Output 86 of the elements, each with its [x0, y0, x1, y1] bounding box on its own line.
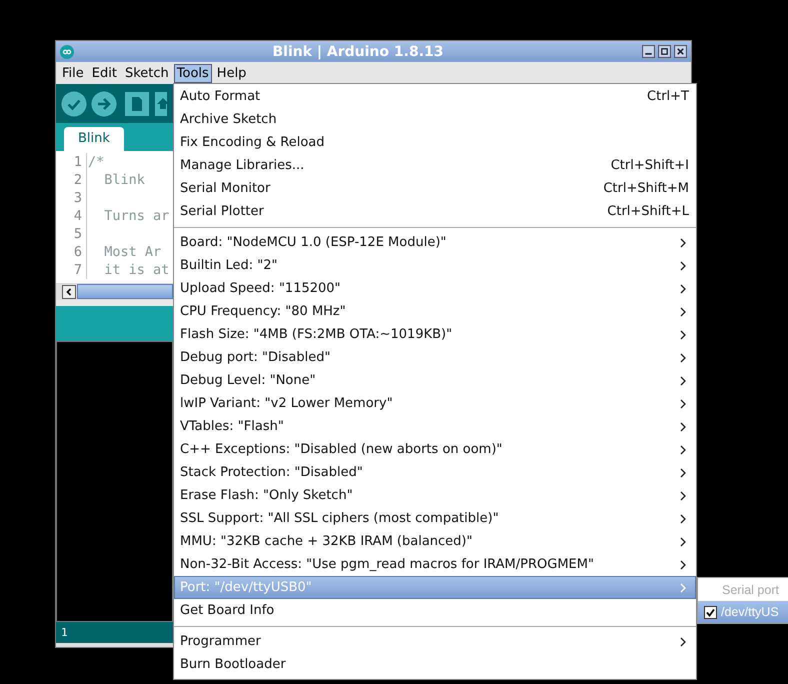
menu-item[interactable]: Fix Encoding & Reload — [174, 131, 696, 154]
line-number: 1 — [56, 153, 87, 171]
menu-item-label: Programmer — [180, 634, 261, 649]
line-number: 3 — [56, 189, 87, 207]
menu-item[interactable]: Get Board Info — [174, 599, 696, 622]
horizontal-scrollbar[interactable] — [56, 283, 173, 300]
menu-item-label: Debug port: "Disabled" — [180, 350, 330, 365]
menu-item-label: Non-32-Bit Access: "Use pgm_read macros for IRAM/PROGMEM" — [180, 557, 594, 572]
line-number: 4 — [56, 207, 87, 225]
scroll-thumb[interactable] — [77, 284, 173, 299]
menu-item[interactable]: Manage Libraries... Ctrl+Shift+I — [174, 154, 696, 177]
menu-item[interactable]: Debug Level: "None" — [174, 369, 696, 392]
line-number: 6 — [56, 243, 87, 261]
menu-item[interactable]: Non-32-Bit Access: "Use pgm_read macros for IRAM/PROGMEM" — [174, 553, 696, 576]
close-icon[interactable] — [674, 45, 687, 58]
infinity-logo-icon — [60, 44, 74, 58]
menu[interactable]: Sketch — [122, 64, 172, 82]
menu[interactable]: Help — [214, 64, 250, 82]
menu-item[interactable]: SSL Support: "All SSL ciphers (most compatible)" — [174, 507, 696, 530]
menu-item-label: CPU Frequency: "80 MHz" — [180, 304, 346, 319]
menu-item[interactable]: Burn Bootloader — [174, 653, 696, 676]
maximize-icon[interactable] — [658, 45, 671, 58]
menu[interactable]: File — [59, 64, 87, 82]
code-line: Most Ar — [103, 243, 162, 261]
menu-item-label: Fix Encoding & Reload — [180, 135, 325, 150]
menu[interactable]: Edit — [88, 64, 120, 82]
minimize-icon[interactable] — [642, 45, 655, 58]
menu-item-label: Debug Level: "None" — [180, 373, 316, 388]
menu-item-label: Serial Plotter — [180, 204, 264, 219]
shortcut-label: Ctrl+Shift+I — [610, 158, 689, 173]
line-indicator: 1 — [61, 626, 68, 639]
menu-item-label: MMU: "32KB cache + 32KB IRAM (balanced)" — [180, 534, 472, 549]
menu-item-label: C++ Exceptions: "Disabled (new aborts on oom)" — [180, 442, 502, 457]
menu-item-label: SSL Support: "All SSL ciphers (most compatible)" — [180, 511, 499, 526]
menu[interactable]: Tools — [174, 64, 212, 82]
menu-item-label: Upload Speed: "115200" — [180, 281, 341, 296]
menu-item[interactable]: MMU: "32KB cache + 32KB IRAM (balanced)" — [174, 530, 696, 553]
window-title: Blink | Arduino 1.8.13 — [272, 44, 444, 60]
sketch-tab[interactable]: Blink — [64, 127, 124, 151]
scroll-left-icon[interactable] — [62, 284, 76, 298]
menu-item-label: Flash Size: "4MB (FS:2MB OTA:~1019KB)" — [180, 327, 452, 342]
menu-item[interactable]: Serial Monitor Ctrl+Shift+M — [174, 177, 696, 200]
code-line: /* — [87, 153, 104, 171]
verify-check-icon[interactable] — [61, 90, 87, 116]
line-number: 5 — [56, 225, 87, 243]
menu-item[interactable]: Stack Protection: "Disabled" — [174, 461, 696, 484]
shortcut-label: Ctrl+Shift+L — [607, 204, 689, 219]
menu-item-label: Stack Protection: "Disabled" — [180, 465, 363, 480]
port-label: /dev/ttyUS — [721, 605, 779, 619]
menu-item-label: Archive Sketch — [180, 112, 277, 127]
new-document-icon[interactable] — [125, 92, 149, 116]
code-line: Turns ar — [103, 207, 170, 225]
line-number: 2 — [56, 171, 87, 189]
shortcut-label: Ctrl+Shift+M — [603, 181, 689, 196]
menu-item[interactable]: Auto Format Ctrl+T — [174, 85, 696, 108]
menu-item-label: Erase Flash: "Only Sketch" — [180, 488, 353, 503]
code-line: Blink — [103, 171, 145, 189]
menu-item[interactable]: Serial Plotter Ctrl+Shift+L — [174, 200, 696, 223]
menu-item[interactable]: Erase Flash: "Only Sketch" — [174, 484, 696, 507]
menu-item[interactable]: Archive Sketch — [174, 108, 696, 131]
menu-item-label: Get Board Info — [180, 603, 274, 618]
menu-item[interactable]: Upload Speed: "115200" — [174, 277, 696, 300]
checkbox[interactable] — [704, 606, 717, 618]
line-number: 7 — [56, 261, 87, 279]
menu-item[interactable]: lwIP Variant: "v2 Lower Memory" — [174, 392, 696, 415]
menu-item-label: Auto Format — [180, 89, 260, 104]
menu-item-label: Manage Libraries... — [180, 158, 304, 173]
menu-item-label: Burn Bootloader — [180, 657, 286, 672]
menu-item[interactable]: Programmer — [174, 630, 696, 653]
menu-item[interactable]: Debug port: "Disabled" — [174, 346, 696, 369]
menu-item-label: VTables: "Flash" — [180, 419, 284, 434]
menu-item-label: Board: "NodeMCU 1.0 (ESP-12E Module)" — [180, 235, 446, 250]
menu-item[interactable]: C++ Exceptions: "Disabled (new aborts on oom)" — [174, 438, 696, 461]
code-editor[interactable]: 1 /* 2 Blink 3 4 Turns ar 5 6 Most Ar 7 it is at — [56, 151, 173, 283]
menu-item[interactable]: Board: "NodeMCU 1.0 (ESP-12E Module)" — [174, 231, 696, 254]
submenu-header: Serial port — [721, 582, 780, 599]
menu-item[interactable]: CPU Frequency: "80 MHz" — [174, 300, 696, 323]
menu-item-label: Port: "/dev/ttyUSB0" — [180, 580, 312, 595]
menu-item-label: lwIP Variant: "v2 Lower Memory" — [180, 396, 393, 411]
shortcut-label: Ctrl+T — [647, 89, 689, 104]
menu-item[interactable]: Flash Size: "4MB (FS:2MB OTA:~1019KB)" — [174, 323, 696, 346]
menu-item[interactable]: VTables: "Flash" — [174, 415, 696, 438]
menu-item-label: Serial Monitor — [180, 181, 270, 196]
code-line: it is at — [103, 261, 170, 279]
menu-item-label: Builtin Led: "2" — [180, 258, 278, 273]
menu-item[interactable]: Builtin Led: "2" — [174, 254, 696, 277]
